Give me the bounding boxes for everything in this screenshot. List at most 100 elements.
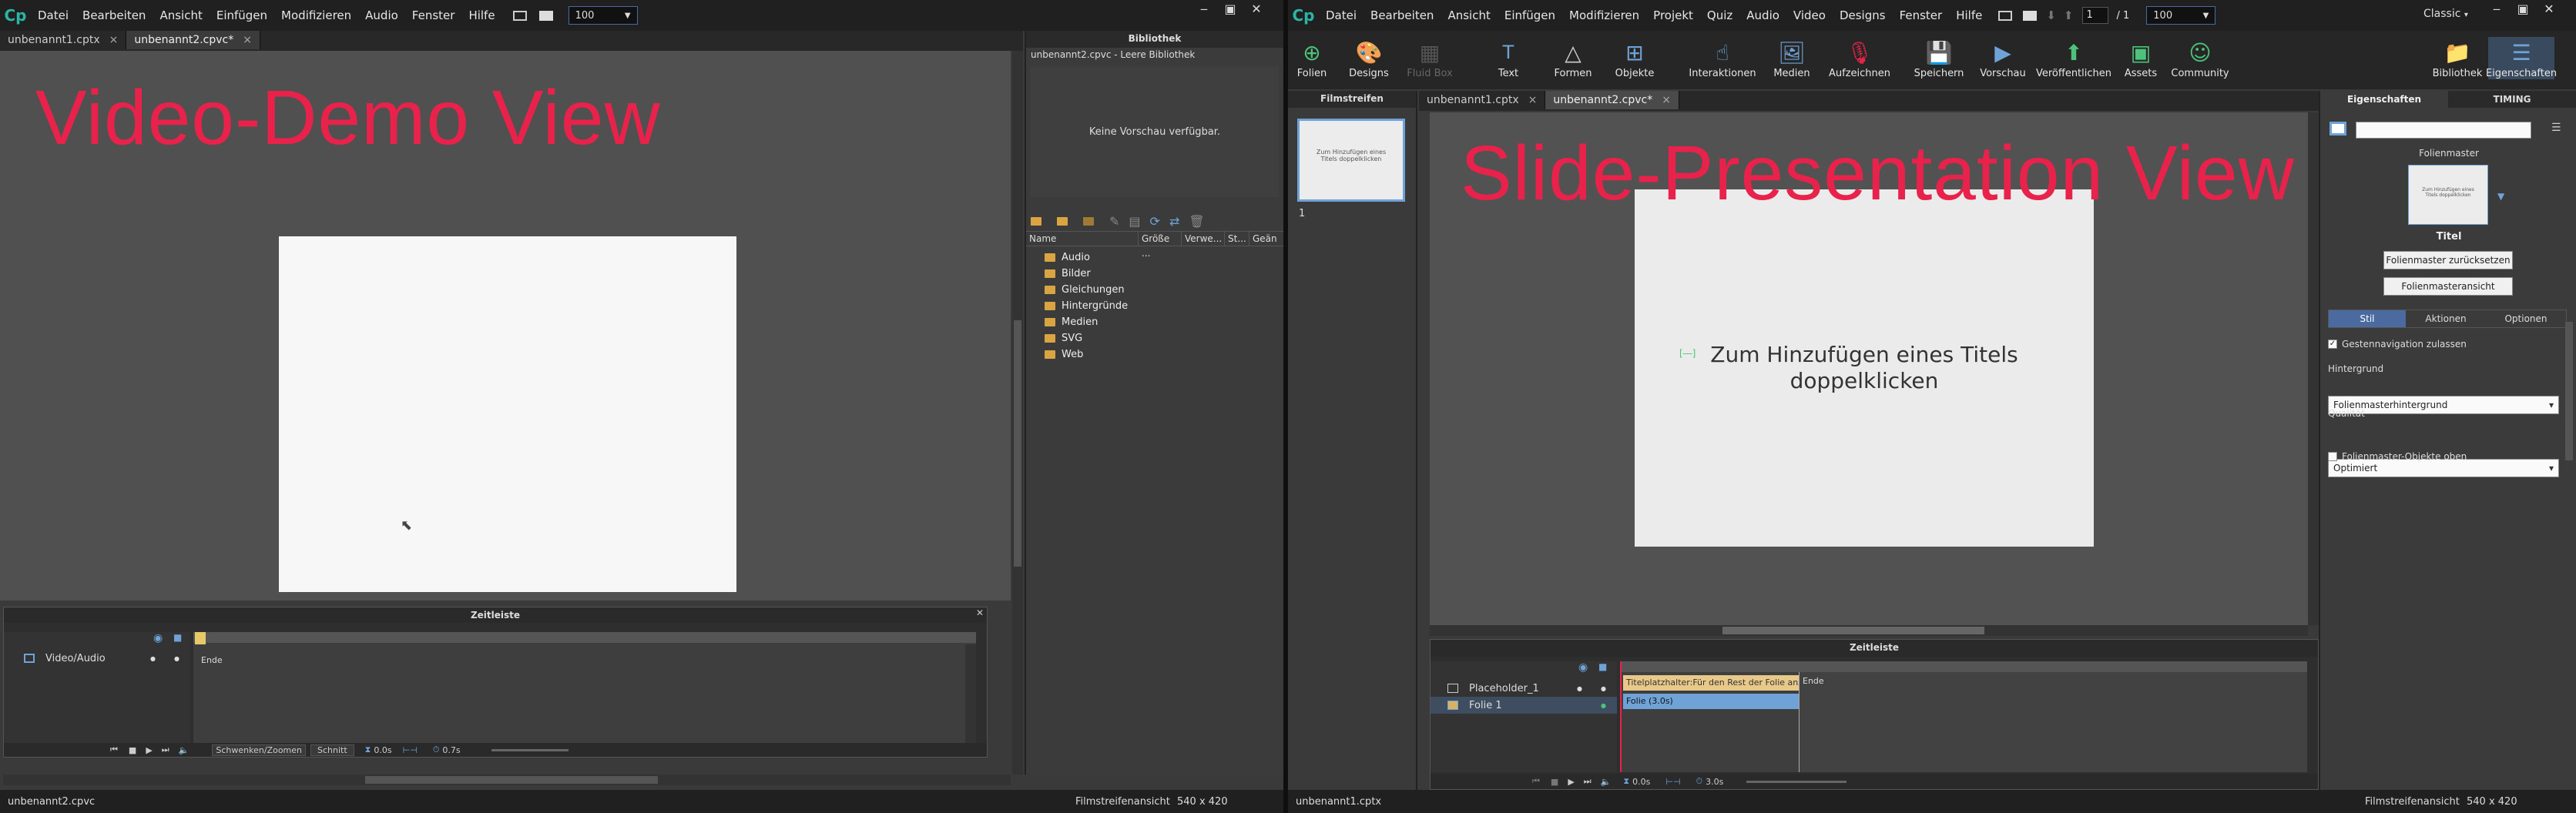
folien-button[interactable]: ⊕ Folien <box>1288 37 1336 80</box>
folder-icon[interactable] <box>1031 216 1041 226</box>
timeline-track-area[interactable]: Ende <box>193 632 976 743</box>
workspace-mode[interactable]: Classic ▾ <box>2423 8 2468 20</box>
col-size[interactable]: Größe ... <box>1139 232 1182 259</box>
edit-icon[interactable]: ✎ <box>1109 214 1119 229</box>
properties-icon[interactable]: ▤ <box>1129 214 1140 229</box>
col-status[interactable]: St... <box>1225 232 1249 246</box>
menu-projekt[interactable]: Projekt <box>1646 8 1700 22</box>
list-item[interactable]: Gleichungen <box>1045 282 1283 298</box>
eye-icon[interactable]: ◉ <box>153 632 163 644</box>
col-name[interactable]: Name <box>1026 232 1139 246</box>
veroeffentlichen-button[interactable]: ⬆ Veröffentlichen <box>2034 37 2114 80</box>
zoom-slider[interactable] <box>491 748 569 751</box>
eigenschaften-button[interactable]: ☰ Eigenschaften <box>2486 37 2557 79</box>
color-swatch[interactable] <box>2329 122 2346 136</box>
list-icon[interactable]: ☰ <box>2551 122 2561 134</box>
lock-icon[interactable]: ■ <box>1598 661 1607 672</box>
menu-quiz[interactable]: Quiz <box>1700 8 1739 22</box>
refresh-icon[interactable]: ⟳ <box>1150 214 1160 229</box>
col-changed[interactable]: Geän <box>1249 232 1277 246</box>
menu-datei[interactable]: Datei <box>31 8 75 22</box>
list-item[interactable]: Bilder <box>1045 266 1283 282</box>
subtab-optionen[interactable]: Optionen <box>2486 310 2566 327</box>
aufzeichnen-button[interactable]: 🎙 Aufzeichnen <box>1823 37 1897 80</box>
close-icon[interactable]: × <box>109 34 119 46</box>
visibility-dot[interactable]: ● <box>1577 685 1582 692</box>
menu-fenster[interactable]: Fenster <box>1893 8 1950 22</box>
track-row-slide[interactable]: Folie 1 ● <box>1431 697 1617 714</box>
mail-icon[interactable] <box>538 10 553 21</box>
skip-forward-icon[interactable]: ⏭ <box>1584 776 1592 787</box>
play-icon[interactable]: ▶ <box>146 745 152 755</box>
scroll-thumb[interactable] <box>1722 627 1984 634</box>
horizontal-scrollbar[interactable] <box>1430 625 2308 636</box>
text-button[interactable]: T Text <box>1474 37 1542 79</box>
subtab-aktionen[interactable]: Aktionen <box>2406 310 2486 327</box>
formen-button[interactable]: △ Formen <box>1542 37 1604 80</box>
horizontal-scrollbar[interactable] <box>3 775 1011 785</box>
menu-audio[interactable]: Audio <box>358 8 405 22</box>
name-input[interactable] <box>2356 122 2531 139</box>
close-icon[interactable]: × <box>1528 94 1538 106</box>
eye-icon[interactable]: ◉ <box>1578 661 1588 674</box>
tab-eigenschaften[interactable]: Eigenschaften <box>2320 91 2448 108</box>
list-item[interactable]: Audio <box>1045 249 1283 266</box>
close-button[interactable]: ✕ <box>1243 0 1270 22</box>
master-top-checkbox-row[interactable]: Folienmaster-Objekte oben <box>2328 451 2467 462</box>
slide-bar[interactable]: Folie (3.0s) <box>1623 694 1799 709</box>
tab-schwenken[interactable]: Schwenken/Zoomen <box>212 744 307 756</box>
zoom-select[interactable]: 100 ▼ <box>2146 6 2216 25</box>
stop-icon[interactable]: ■ <box>129 745 136 755</box>
master-view-button[interactable]: Folienmasteransicht <box>2383 277 2513 296</box>
master-thumbnail[interactable]: Zum Hinzufügen eines Titels doppelklicke… <box>2408 165 2488 225</box>
title-placeholder[interactable]: [―] Zum Hinzufügen eines Titels doppelkl… <box>1678 342 2051 394</box>
tab-unbenannt2[interactable]: unbenannt2.cpvc* × <box>1545 91 1679 109</box>
close-icon[interactable]: × <box>243 34 252 46</box>
playhead[interactable] <box>195 632 206 644</box>
skip-back-icon[interactable]: ⏮ <box>1532 776 1540 787</box>
checkbox-checked[interactable]: ✓ <box>2328 340 2337 349</box>
delete-icon[interactable]: 🗑 <box>1189 214 1204 229</box>
minimize-button[interactable]: ‒ <box>1191 0 1217 22</box>
placeholder-bar[interactable]: Titelplatzhalter:Für den Rest der Folie … <box>1623 675 1799 691</box>
objekte-button[interactable]: ⊞ Objekte <box>1604 37 1665 80</box>
menu-hilfe[interactable]: Hilfe <box>461 8 501 22</box>
menu-fenster[interactable]: Fenster <box>405 8 462 22</box>
menu-video[interactable]: Video <box>1786 8 1833 22</box>
bibliothek-button[interactable]: 📁 Bibliothek <box>2427 37 2488 80</box>
tab-unbenannt2[interactable]: unbenannt2.cpvc* × <box>126 31 260 49</box>
fluidbox-button[interactable]: ▦ Fluid Box <box>1402 37 1457 80</box>
scroll-thumb[interactable] <box>1014 320 1021 567</box>
scroll-thumb[interactable] <box>365 776 658 784</box>
menu-datei[interactable]: Datei <box>1319 8 1363 22</box>
new-folder-icon[interactable] <box>1083 216 1094 226</box>
tab-timing[interactable]: TIMING <box>2448 91 2576 108</box>
reset-master-button[interactable]: Folienmaster zurücksetzen <box>2383 251 2513 269</box>
vorschau-button[interactable]: ▶ Vorschau <box>1972 37 2034 80</box>
menu-ansicht[interactable]: Ansicht <box>1441 8 1497 22</box>
visibility-dot[interactable]: ● <box>1601 702 1606 709</box>
list-item[interactable]: Medien <box>1045 314 1283 330</box>
menu-modifizieren[interactable]: Modifizieren <box>274 8 358 22</box>
usage-icon[interactable]: ⇄ <box>1169 214 1179 229</box>
time-ruler[interactable] <box>1620 661 2307 672</box>
properties-scrollbar[interactable] <box>2565 322 2573 460</box>
interaktionen-button[interactable]: ☝ Interaktionen <box>1684 37 1761 80</box>
stop-icon[interactable]: ■ <box>1551 777 1558 787</box>
track-row[interactable]: Video/Audio ● ● <box>4 651 190 666</box>
list-item[interactable]: Hintergründe <box>1045 298 1283 314</box>
time-ruler[interactable] <box>193 632 976 643</box>
vertical-scrollbar[interactable] <box>2308 112 2319 625</box>
chevron-down-icon[interactable]: ▼ <box>2497 191 2504 202</box>
close-icon[interactable]: × <box>1662 94 1671 106</box>
menu-bearbeiten[interactable]: Bearbeiten <box>1363 8 1441 22</box>
menu-einfuegen[interactable]: Einfügen <box>210 8 274 22</box>
menu-audio[interactable]: Audio <box>1739 8 1786 22</box>
arrow-up-icon[interactable]: ⬆ <box>2064 8 2074 22</box>
menu-bearbeiten[interactable]: Bearbeiten <box>75 8 153 22</box>
lock-icon[interactable]: ■ <box>173 632 182 643</box>
menu-ansicht[interactable]: Ansicht <box>153 8 209 22</box>
open-folder-icon[interactable] <box>1057 216 1068 226</box>
vertical-scrollbar[interactable] <box>1012 51 1023 775</box>
speichern-button[interactable]: 💾 Speichern <box>1906 37 1972 80</box>
